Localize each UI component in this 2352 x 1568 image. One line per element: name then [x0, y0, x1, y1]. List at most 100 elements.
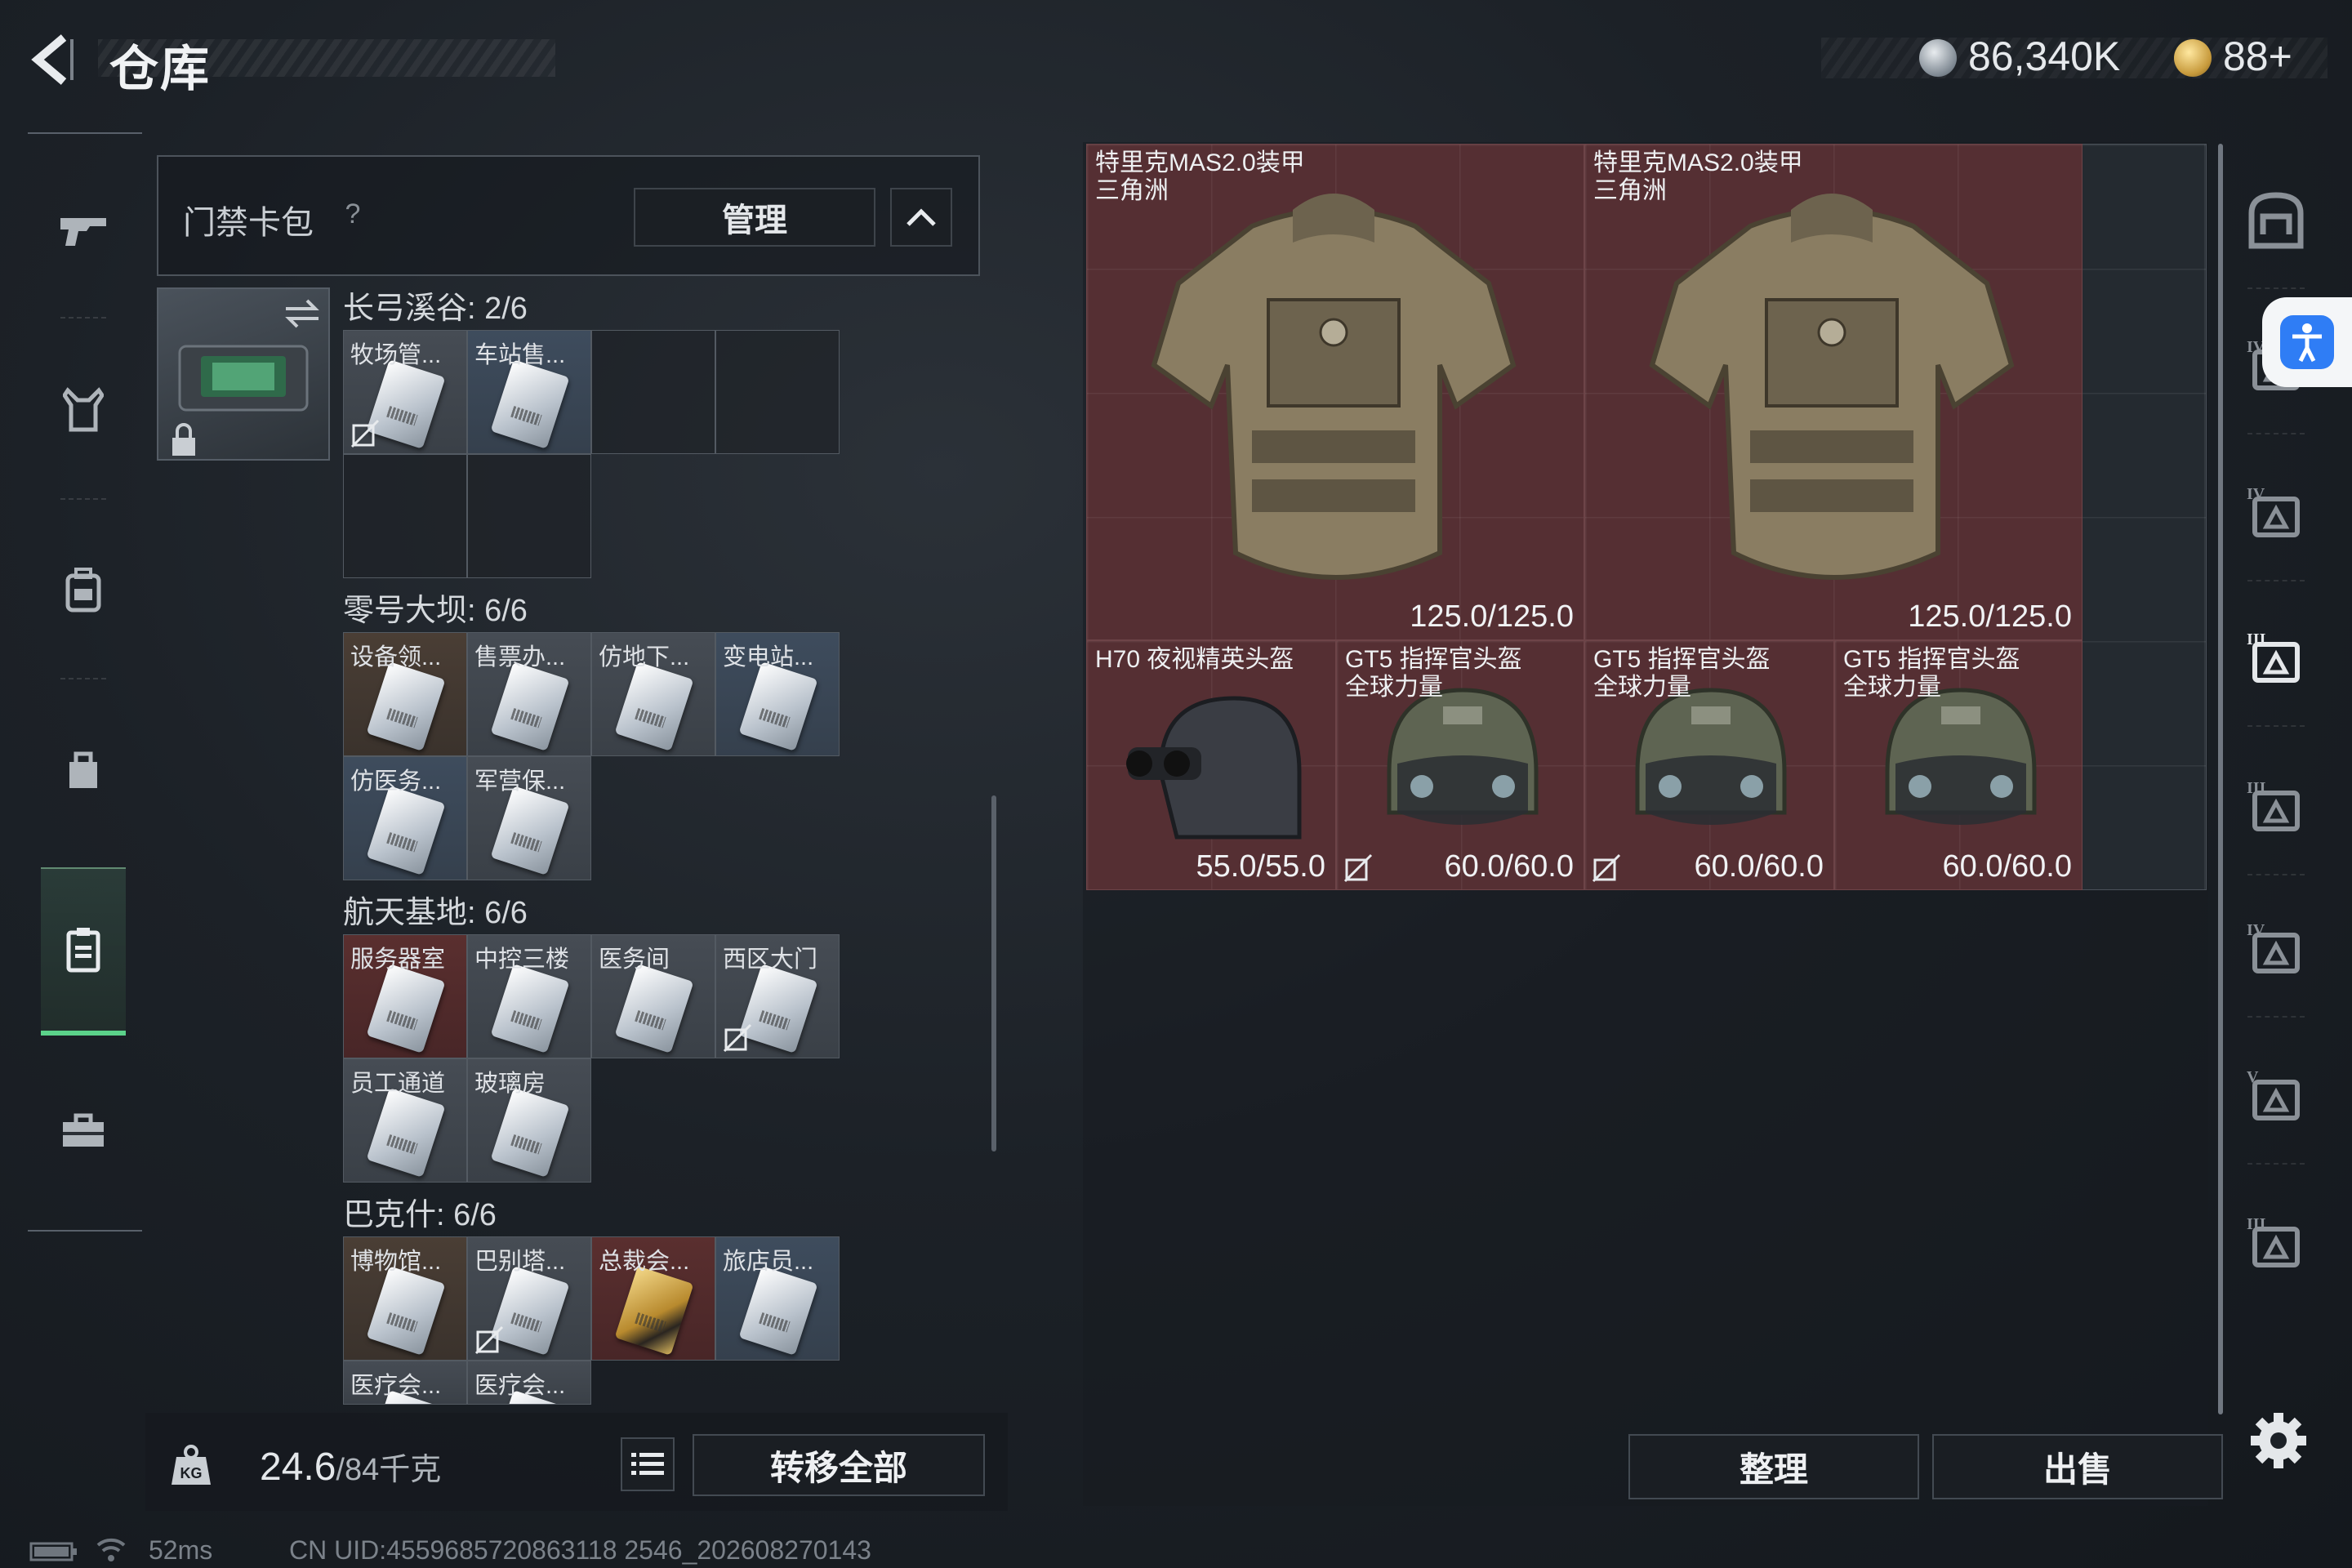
keycard-name: 旅店员... — [723, 1249, 814, 1275]
item-name: H70 夜视精英头盔 — [1095, 646, 1294, 673]
keycard-name: 医务间 — [599, 947, 670, 973]
keycard-slot[interactable]: 员工通道 — [343, 1058, 467, 1183]
svg-text:III: III — [2247, 779, 2266, 797]
section-label: 长弓溪谷: 2/6 — [343, 292, 528, 326]
nav-bag[interactable] — [41, 728, 126, 810]
item-name: GT5 指挥官头盔 全球力量 — [1345, 646, 1522, 701]
keycard-slot[interactable]: 军营保... — [467, 756, 591, 880]
backpack-icon — [65, 568, 101, 612]
body-armor-icon — [1151, 194, 1517, 580]
right-nav-safebox-filter[interactable] — [2236, 181, 2316, 261]
helmet-item[interactable]: GT5 指挥官头盔 全球力量 60.0/60.0 — [1336, 640, 1584, 890]
item-durability: 60.0/60.0 — [1694, 849, 1824, 884]
keycard-icon — [738, 1266, 818, 1356]
right-nav-vest-filter[interactable]: V — [2236, 1057, 2316, 1137]
stash-scrollbar[interactable] — [2218, 144, 2223, 1414]
right-nav-medkit-filter[interactable]: IV — [2236, 474, 2316, 554]
keycard-icon — [490, 359, 570, 449]
keycard-slot[interactable]: 变电站... — [715, 632, 840, 756]
collapse-button[interactable] — [890, 188, 952, 247]
keycard-icon — [614, 964, 694, 1054]
gun-icon — [60, 218, 106, 246]
no-transfer-icon — [350, 419, 380, 448]
item-name: 特里克MAS2.0装甲 三角洲 — [1095, 149, 1305, 204]
keycard-slot[interactable]: 服务器室 — [343, 934, 467, 1058]
help-icon[interactable]: ? — [336, 198, 369, 230]
nav-separator — [60, 498, 106, 500]
empty-slot — [467, 454, 591, 578]
accessibility-icon — [2280, 315, 2334, 369]
keycard-slot[interactable]: 西区大门 — [715, 934, 840, 1058]
keycard-name: 巴别塔... — [474, 1249, 566, 1275]
right-nav-gun-filter[interactable]: IV — [2236, 910, 2316, 990]
svg-text:III: III — [2247, 1215, 2266, 1233]
armor-item[interactable]: 特里克MAS2.0装甲 三角洲 125.0/125.0 — [1086, 144, 1584, 640]
settings-button[interactable] — [2246, 1408, 2311, 1473]
item-name: GT5 指挥官头盔 全球力量 — [1593, 646, 1771, 701]
nav-card-holder[interactable] — [41, 867, 126, 1036]
keycard-slot[interactable]: 巴别塔... — [467, 1236, 591, 1361]
medkit-filter-icon: IV — [2247, 485, 2300, 537]
keycard-slot[interactable]: 中控三楼 — [467, 934, 591, 1058]
card-pack-title: 门禁卡包 — [183, 205, 314, 241]
rig-filter-icon: III — [2247, 1215, 2300, 1267]
keycard-slot[interactable]: 售票办... — [467, 632, 591, 756]
nav-separator — [60, 678, 106, 679]
keycard-slot[interactable]: 总裁会... — [591, 1236, 715, 1361]
keycard-slot[interactable]: 博物馆... — [343, 1236, 467, 1361]
right-nav-rig-filter[interactable]: III — [2236, 1204, 2316, 1284]
chevron-up-icon — [906, 208, 936, 226]
no-transfer-icon — [1592, 853, 1621, 883]
keycard-slot[interactable]: 仿地下... — [591, 632, 715, 756]
swap-icon[interactable] — [283, 297, 322, 330]
back-button[interactable] — [24, 31, 82, 88]
sell-button[interactable]: 出售 — [1932, 1434, 2223, 1499]
empty-slot — [343, 454, 467, 578]
nav-weapons[interactable] — [41, 189, 126, 271]
keycard-icon — [366, 964, 446, 1054]
right-nav-armor-filter-2[interactable]: III — [2236, 768, 2316, 848]
bag-icon — [69, 751, 97, 788]
uid-readout: CN UID:4559685720863118 2546_20260827014… — [289, 1535, 871, 1565]
right-nav-separator — [2247, 725, 2305, 727]
armor-item[interactable]: 特里克MAS2.0装甲 三角洲 125.0/125.0 — [1584, 144, 2082, 640]
keycard-slot[interactable]: 车站售... — [467, 330, 591, 454]
nav-separator — [60, 317, 106, 318]
keycard-slot[interactable]: 医务间 — [591, 934, 715, 1058]
manage-button[interactable]: 管理 — [634, 188, 875, 247]
nav-toolbox[interactable] — [41, 1089, 126, 1171]
ping-readout: 52ms — [149, 1535, 213, 1565]
keycard-slot[interactable]: 医疗会... — [467, 1361, 591, 1405]
helmet-item[interactable]: GT5 指挥官头盔 全球力量 60.0/60.0 — [1584, 640, 1834, 890]
helmet-item[interactable]: H70 夜视精英头盔 55.0/55.0 — [1086, 640, 1336, 890]
right-nav-armor-filter[interactable]: III — [2236, 619, 2316, 699]
keycard-name: 西区大门 — [723, 947, 818, 973]
weight-icon: KG — [172, 1445, 211, 1485]
keycard-slot[interactable]: 设备领... — [343, 632, 467, 756]
left-scrollbar[interactable] — [991, 795, 996, 1152]
armor-filter-icon: III — [2247, 630, 2300, 683]
right-nav-separator — [2247, 287, 2305, 289]
keycard-icon — [366, 662, 446, 751]
svg-text:KG: KG — [180, 1465, 203, 1481]
keycard-name: 变电站... — [723, 644, 814, 670]
keycard-slot[interactable]: 玻璃房 — [467, 1058, 591, 1183]
keycard-slot[interactable]: 牧场管... — [343, 330, 467, 454]
nav-armor[interactable] — [41, 369, 126, 451]
card-pack-thumbnail[interactable] — [157, 287, 330, 461]
safebox-filter-icon — [2248, 192, 2304, 249]
transfer-all-button[interactable]: 转移全部 — [693, 1434, 985, 1496]
nav-backpack[interactable] — [41, 549, 126, 630]
right-nav-separator — [2247, 433, 2305, 434]
keycard-icon — [614, 662, 694, 751]
item-durability: 60.0/60.0 — [1942, 849, 2072, 884]
keycard-slot[interactable]: 旅店员... — [715, 1236, 840, 1361]
keycard-slot[interactable]: 医疗会... — [343, 1361, 467, 1405]
item-name: 特里克MAS2.0装甲 三角洲 — [1593, 149, 1803, 204]
list-view-button[interactable] — [621, 1437, 675, 1491]
card-pack-header: 门禁卡包 ? 管理 — [157, 155, 980, 276]
accessibility-button[interactable] — [2262, 297, 2352, 387]
sort-button[interactable]: 整理 — [1628, 1434, 1919, 1499]
keycard-slot[interactable]: 仿医务... — [343, 756, 467, 880]
helmet-item[interactable]: GT5 指挥官头盔 全球力量 60.0/60.0 — [1834, 640, 2082, 890]
